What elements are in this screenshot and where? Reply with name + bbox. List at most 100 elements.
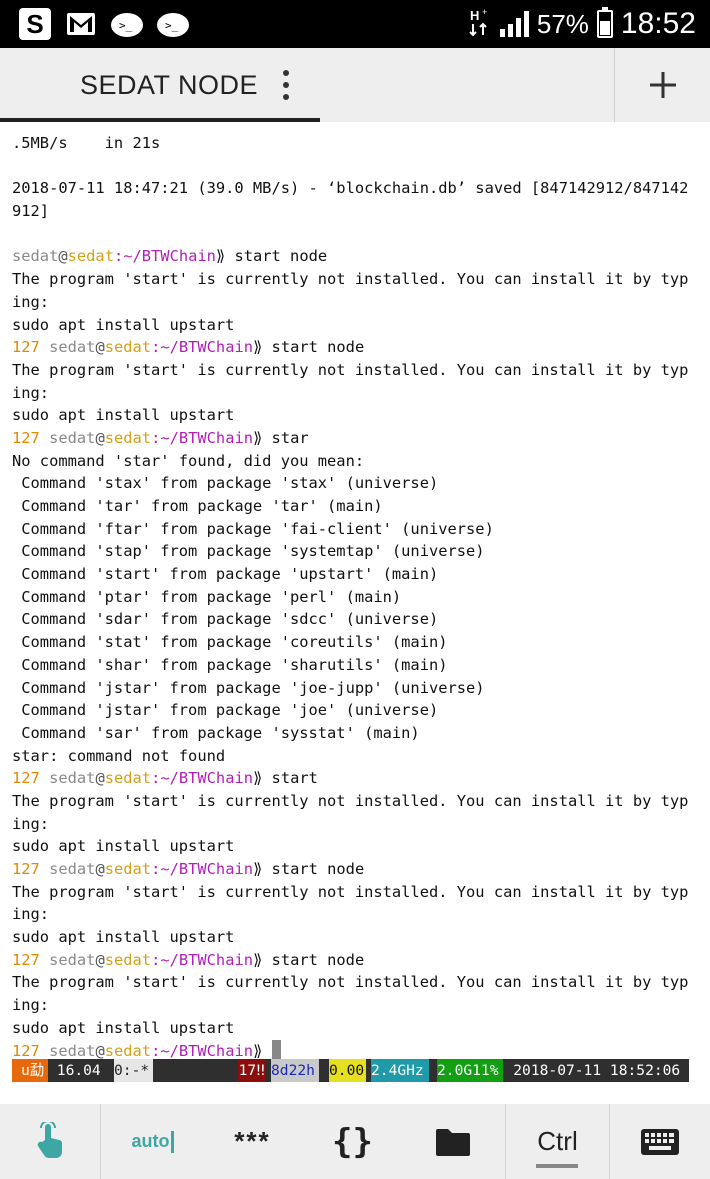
terminal-line: Command 'sdar' from package 'sdcc' (univ… xyxy=(12,610,439,629)
terminal-line: The program 'start' is currently not ins… xyxy=(12,791,689,810)
exit-code: 127 xyxy=(12,860,40,878)
ctrl-label: Ctrl xyxy=(537,1126,578,1156)
tmux-uptime: 8d22h xyxy=(271,1059,319,1082)
prompt-at: @ xyxy=(95,1041,105,1060)
session-tab-bar: SEDAT NODE xyxy=(0,48,710,122)
folder-button[interactable] xyxy=(405,1104,500,1179)
terminal-line: Command 'stat' from package 'coreutils' … xyxy=(12,633,448,652)
terminal-line: Command 'ptar' from package 'perl' (main… xyxy=(12,587,402,606)
touch-mode-button[interactable] xyxy=(0,1104,100,1179)
ctrl-indicator xyxy=(536,1164,578,1168)
prompt-path: :~/BTWChain xyxy=(113,247,216,266)
prompt-path: :~/BTWChain xyxy=(151,950,253,969)
prompt-host: sedat xyxy=(104,338,152,357)
svg-text:H: H xyxy=(470,8,479,23)
battery-percent: 57% xyxy=(536,8,589,39)
tmux-gap xyxy=(429,1059,437,1082)
exit-code: 127 xyxy=(12,338,40,357)
prompt-path: :~/BTWChain xyxy=(151,428,253,447)
add-session-button[interactable] xyxy=(615,48,710,122)
prompt-arrow: ⟫ xyxy=(253,1041,263,1060)
prompt-path: :~/BTWChain xyxy=(151,1041,253,1060)
terminal-line: sudo apt install upstart xyxy=(12,928,235,947)
tmux-gap xyxy=(319,1059,329,1082)
tmux-os-version: 16.04 xyxy=(48,1059,114,1082)
bottom-toolbar: auto *** {} Ctrl xyxy=(0,1104,710,1179)
terminal-line: sudo apt install upstart xyxy=(12,1018,235,1037)
terminal-line: The program 'start' is currently not ins… xyxy=(12,270,689,289)
divider xyxy=(100,1104,101,1179)
tmux-clock: 2018-07-11 18:52:06 xyxy=(503,1059,689,1082)
terminal-line: The program 'start' is currently not ins… xyxy=(12,882,689,901)
h-plus-data-icon: H + xyxy=(468,7,492,42)
prompt-user: sedat xyxy=(49,1041,96,1060)
tmux-spacer xyxy=(153,1059,238,1082)
terminal-line: The program 'start' is currently not ins… xyxy=(12,360,689,379)
terminal-line: star: command not found xyxy=(12,746,226,765)
command-text: start node xyxy=(262,338,365,357)
status-bar: S >_ >_ H + 57% 18:52 xyxy=(0,0,710,48)
more-vert-icon[interactable] xyxy=(276,70,296,100)
exit-code: 127 xyxy=(12,769,40,788)
terminal-line: ing: xyxy=(12,292,50,311)
clock: 18:52 xyxy=(620,7,696,40)
notification-icons: S >_ >_ xyxy=(18,8,190,40)
divider xyxy=(505,1104,506,1179)
snippets-button[interactable]: {} xyxy=(305,1104,400,1179)
terminal-line: 912] xyxy=(12,202,50,221)
terminal-line: No command 'star' found, did you mean: xyxy=(12,451,365,470)
prompt-at: @ xyxy=(95,338,105,357)
auto-button[interactable]: auto xyxy=(105,1104,200,1179)
prompt-user: sedat xyxy=(49,950,96,969)
prompt-host: sedat xyxy=(104,950,152,969)
tmux-load-average: 0.00 xyxy=(329,1059,366,1082)
exit-code: 127 xyxy=(12,950,40,969)
prompt-line: 127 sedat@sedat:~/BTWChain⟫ star xyxy=(12,427,710,450)
prompt-at: @ xyxy=(58,247,68,266)
prompt-arrow: ⟫ xyxy=(253,428,263,447)
terminal-notification-icon: >_ xyxy=(110,8,144,40)
session-tab-title: SEDAT NODE xyxy=(80,70,259,100)
prompt-host: sedat xyxy=(104,860,152,878)
prompt-user: sedat xyxy=(49,860,96,878)
command-text: start node xyxy=(225,247,328,266)
prompt-path: :~/BTWChain xyxy=(151,769,253,788)
terminal-line: sudo apt install upstart xyxy=(12,406,235,425)
prompt-host: sedat xyxy=(67,247,114,266)
terminal-line: Command 'tar' from package 'tar' (main) xyxy=(12,497,383,515)
signal-icon xyxy=(499,11,529,37)
tmux-window-list[interactable]: 0:-* xyxy=(114,1059,153,1082)
password-button[interactable]: *** xyxy=(205,1104,300,1179)
battery-level-fill xyxy=(599,21,610,35)
prompt-arrow: ⟫ xyxy=(253,860,263,878)
command-text: start xyxy=(262,769,318,788)
touch-gesture-icon xyxy=(37,1121,62,1158)
prompt-host: sedat xyxy=(104,1041,152,1060)
command-text: start node xyxy=(262,860,365,878)
snippets-label: {} xyxy=(332,1121,373,1162)
prompt-path: :~/BTWChain xyxy=(151,338,253,357)
password-label: *** xyxy=(234,1126,271,1156)
terminal-line: Command 'stax' from package 'stax' (univ… xyxy=(12,474,439,493)
prompt-line: sedat@sedat:~/BTWChain⟫ start node xyxy=(12,245,710,268)
terminal-line: ing: xyxy=(12,814,50,833)
exit-code: 127 xyxy=(12,1041,40,1060)
keyboard-toggle-button[interactable] xyxy=(610,1104,710,1179)
tmux-status-bar: u勐 16.04 0:-* 17‼ 8d22h 0.00 2.4GHz 2.0G… xyxy=(12,1059,689,1082)
prompt-line: 127 sedat@sedat:~/BTWChain⟫ start node xyxy=(12,336,710,359)
prompt-line: 127 sedat@sedat:~/BTWChain⟫ start node xyxy=(12,858,710,881)
auto-label: auto xyxy=(131,1131,170,1151)
caret-icon xyxy=(170,1130,174,1153)
prompt-host: sedat xyxy=(104,769,152,788)
prompt-arrow: ⟫ xyxy=(215,247,226,266)
terminal-line: The program 'start' is currently not ins… xyxy=(12,973,689,992)
terminal-view[interactable]: .5MB/s in 21s 2018-07-11 18:47:21 (39.0 … xyxy=(0,122,710,1112)
session-tab[interactable]: SEDAT NODE xyxy=(0,48,320,122)
tmux-cpu-frequency: 2.4GHz xyxy=(371,1059,429,1082)
terminal-line: ing: xyxy=(12,905,50,924)
text-cursor xyxy=(271,1039,281,1061)
command-text: star xyxy=(262,428,309,447)
plus-icon xyxy=(649,72,676,98)
